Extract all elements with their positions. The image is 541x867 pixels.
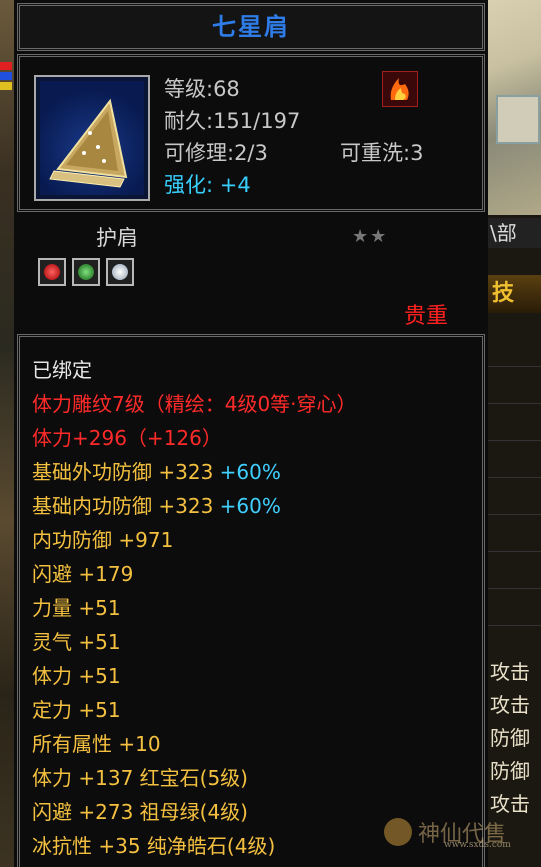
attribute-row: 内功防御 +971 [32,523,357,557]
item-name: 七星肩 [212,13,290,41]
attribute-text: 灵气 +51 [32,630,121,654]
flame-badge-icon [382,71,418,107]
attribute-text: 闪避 +273 祖母绿(4级) [32,800,248,824]
attribute-text: 所有属性 +10 [32,732,161,756]
attribute-row: 基础外功防御 +323 +60% [32,455,357,489]
green-gem-icon[interactable] [72,258,100,286]
attribute-text: 定力 +51 [32,698,121,722]
attribute-row: 已绑定 [32,353,357,387]
item-info-panel: 等级:68 耐久:151/197 可修理:2/3 强化: +4 可重洗:3 [17,54,485,212]
enhance-value: +4 [219,173,251,197]
rarity-label: 贵重 [404,304,449,329]
shoulder-armor-icon [40,81,144,195]
item-level: 等级:68 [164,77,240,101]
side-labels: 攻击 攻击 防御 防御 攻击 [488,656,541,821]
attribute-text: 已绑定 [32,358,92,382]
item-meta: 护肩 ★★ 贵重 [14,214,488,332]
attribute-row: 体力雕纹7级（精绘：4级0等·穿心） [32,387,357,421]
attribute-row: 冰抗性 +35 纯净皓石(4级) [32,829,357,863]
enhance-label: 强化: [164,173,214,197]
item-durability: 耐久:151/197 [164,109,301,133]
attribute-row: 灵气 +51 [32,625,357,659]
ui-chip-red [0,62,12,70]
watermark-seal-icon [384,818,412,846]
scene-crate [496,95,540,144]
white-gem-icon[interactable] [106,258,134,286]
site-watermark: 神仙代售 www.sxds.com [384,812,534,852]
item-icon-frame[interactable] [34,75,150,201]
game-scene-left-strip [0,0,14,867]
attribute-row: 基础内功防御 +323 +60% [32,489,357,523]
side-label: 防御 [490,759,530,783]
attribute-row: 所有属性 +10 [32,727,357,761]
attribute-row: 定力 +51 [32,693,357,727]
attribute-text: 闪避 +179 [32,562,134,586]
attribute-row: 力量 +51 [32,591,357,625]
item-repair: 可修理:2/3 [164,141,268,165]
side-label: 攻击 [490,660,530,684]
ui-chip-yellow [0,82,12,90]
attribute-text: +60% [219,494,281,518]
ui-chip-blue [0,72,12,80]
attribute-text: 内功防御 +971 [32,528,174,552]
side-label: 攻击 [490,693,530,717]
game-scene-building [488,0,541,215]
side-tab[interactable]: \部 [488,218,541,248]
attribute-text: 力量 +51 [32,596,121,620]
attribute-text: 冰抗性 +35 纯净皓石(4级) [32,834,276,858]
item-title-bar: 七星肩 [17,3,485,51]
item-tooltip: 七星肩 等级:68 耐久:151/197 可修理:2/3 强化: +4 可重洗:… [14,0,488,867]
star-rating: ★★ [352,226,389,247]
attribute-row: 闪避 +273 祖母绿(4级) [32,795,357,829]
attribute-text: +60% [219,460,281,484]
attribute-text: 基础外功防御 +323 [32,460,220,484]
gem-slots [38,258,134,286]
attribute-row: 体力+296（+126） [32,421,357,455]
skill-tab[interactable]: 技 [488,275,541,313]
watermark-url: www.sxds.com [444,840,511,850]
attribute-text: 基础内功防御 +323 [32,494,220,518]
item-enhance: 强化: +4 [164,169,300,201]
attribute-panel: 已绑定体力雕纹7级（精绘：4级0等·穿心） 体力+296（+126） 基础外功防御 … [17,334,485,867]
attribute-text: 体力 +137 红宝石(5级) [32,766,248,790]
attribute-text: 体力+296（+126） [32,426,222,450]
attribute-row: 体力 +137 红宝石(5级) [32,761,357,795]
attribute-row: 体力 +51 [32,659,357,693]
attribute-text: 体力 +51 [32,664,121,688]
attribute-list: 已绑定体力雕纹7级（精绘：4级0等·穿心） 体力+296（+126） 基础外功防御 … [32,353,357,863]
item-type: 护肩 [96,226,138,250]
side-label: 防御 [490,726,530,750]
red-gem-icon[interactable] [38,258,66,286]
item-stats: 等级:68 耐久:151/197 可修理:2/3 强化: +4 [164,73,300,201]
game-scene-right-panel: \部 技 攻击 攻击 防御 防御 攻击 [488,0,541,867]
item-reroll: 可重洗:3 [340,141,424,165]
attribute-text: 体力雕纹7级（精绘：4级0等·穿心） [32,392,357,416]
side-stat-rows [488,330,541,626]
attribute-row: 闪避 +179 [32,557,357,591]
